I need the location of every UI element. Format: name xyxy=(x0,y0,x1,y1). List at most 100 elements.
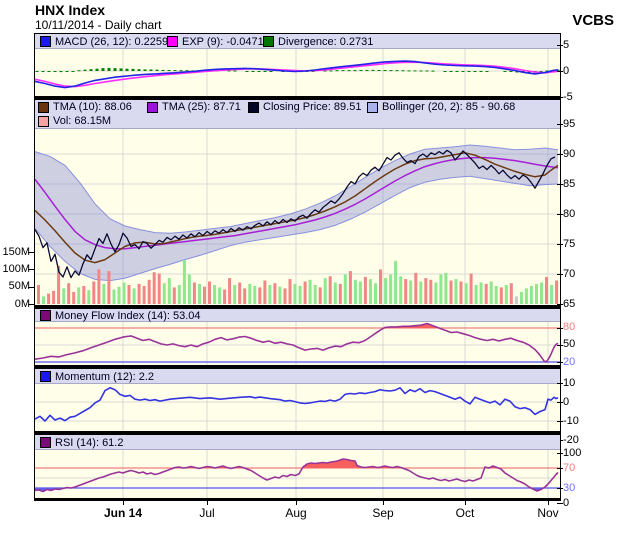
volume-tick-mark xyxy=(28,304,34,305)
legend-swatch-icon xyxy=(38,116,49,127)
y-tick-mark xyxy=(557,362,563,363)
macd-plot-area xyxy=(35,49,560,96)
y-tick-mark xyxy=(557,124,563,125)
legend-swatch-icon xyxy=(167,36,178,47)
legend-swatch-icon xyxy=(40,371,51,382)
mom-plot-area xyxy=(35,384,560,431)
y-tick-label-rsi: 30 xyxy=(563,483,575,494)
x-axis-label: Nov xyxy=(537,506,558,520)
x-tick-mark xyxy=(207,501,208,505)
volume-tick-mark xyxy=(28,269,34,270)
y-tick-mark xyxy=(557,328,563,329)
y-tick-mark xyxy=(557,274,563,275)
legend-item-macd-0: MACD (26, 12): 0.2259 xyxy=(40,34,168,49)
mfi-plot-area xyxy=(35,322,560,365)
legend-label: TMA (10): 88.06 xyxy=(53,101,132,113)
legend-swatch-icon xyxy=(38,102,49,113)
legend-swatch-icon xyxy=(147,102,158,113)
chart-root: HNX Index 10/11/2014 - Daily chart VCBS … xyxy=(0,0,620,535)
y-tick-label-macd: 5 xyxy=(563,40,569,51)
x-tick-mark xyxy=(548,501,549,505)
legend-label: Momentum (12): 2.2 xyxy=(55,371,154,383)
y-tick-mark xyxy=(557,244,563,245)
y-tick-label-rsi: 70 xyxy=(563,463,575,474)
panel-mom: Momentum (12): 2.2 xyxy=(34,368,561,434)
brand-logo: VCBS xyxy=(572,12,614,29)
x-axis-label: Sep xyxy=(372,506,393,520)
y-tick-label-mom: 10 xyxy=(563,378,575,389)
legend-swatch-icon xyxy=(367,102,378,113)
mom-legend: Momentum (12): 2.2 xyxy=(35,369,560,384)
legend-swatch-icon xyxy=(40,437,51,448)
x-axis-label: Jul xyxy=(199,506,214,520)
legend-item-mfi-0: Money Flow Index (14): 53.04 xyxy=(40,309,201,322)
y-tick-mark xyxy=(557,345,563,346)
y-tick-mark xyxy=(557,468,563,469)
legend-swatch-icon xyxy=(40,36,51,47)
legend-item-price-0: TMA (10): 88.06 xyxy=(38,100,132,114)
volume-tick-mark xyxy=(28,287,34,288)
y-tick-mark xyxy=(557,421,563,422)
y-tick-label-mfi: 20 xyxy=(563,357,575,368)
mfi-legend: Money Flow Index (14): 53.04 xyxy=(35,309,560,322)
legend-label: RSI (14): 61.2 xyxy=(55,437,123,449)
x-tick-mark xyxy=(383,501,384,505)
legend-item-price-2: Closing Price: 89.51 xyxy=(248,100,361,114)
legend-label: EXP (9): -0.0471 xyxy=(182,36,264,48)
price-plot-area xyxy=(35,129,560,305)
y-tick-label-mom: 0 xyxy=(563,397,569,408)
y-tick-label-price: 65 xyxy=(563,299,575,310)
rsi-plot-area xyxy=(35,450,560,498)
legend-item-macd-2: Divergence: 0.2731 xyxy=(263,34,373,49)
y-tick-label-price: 80 xyxy=(563,209,575,220)
y-tick-label-macd: 0 xyxy=(563,66,569,77)
legend-label: Closing Price: 89.51 xyxy=(263,101,361,113)
x-tick-mark xyxy=(465,501,466,505)
volume-tick-label: 50M xyxy=(0,281,30,292)
legend-label: Divergence: 0.2731 xyxy=(278,36,373,48)
rsi-legend: RSI (14): 61.2 xyxy=(35,435,560,450)
y-tick-mark xyxy=(557,214,563,215)
y-tick-label-price: 75 xyxy=(563,239,575,250)
legend-item-price-1: TMA (25): 87.71 xyxy=(147,100,241,114)
x-axis-label: Oct xyxy=(456,506,475,520)
legend-label: MACD (26, 12): 0.2259 xyxy=(55,36,168,48)
y-tick-label-mom: -10 xyxy=(563,416,579,427)
legend-label: Vol: 68.15M xyxy=(53,115,111,127)
x-tick-mark xyxy=(296,501,297,505)
y-tick-label-price: 85 xyxy=(563,179,575,190)
chart-subtitle: 10/11/2014 - Daily chart xyxy=(35,18,162,32)
y-tick-mark xyxy=(557,71,563,72)
y-tick-label-price: 90 xyxy=(563,149,575,160)
y-tick-mark xyxy=(557,154,563,155)
y-tick-mark xyxy=(557,453,563,454)
y-tick-label-mom: -20 xyxy=(563,435,579,446)
x-axis-label: Jun 14 xyxy=(104,506,142,520)
x-axis-label: Aug xyxy=(285,506,306,520)
y-tick-label-macd: -5 xyxy=(563,92,573,103)
legend-item-price-4: Vol: 68.15M xyxy=(38,114,111,128)
legend-item-macd-1: EXP (9): -0.0471 xyxy=(167,34,264,49)
y-tick-label-price: 70 xyxy=(563,269,575,280)
y-tick-mark xyxy=(557,488,563,489)
legend-label: Bollinger (20, 2): 85 - 90.68 xyxy=(382,101,515,113)
legend-swatch-icon xyxy=(263,36,274,47)
volume-tick-label: 0M xyxy=(0,299,30,310)
y-tick-mark xyxy=(557,184,563,185)
legend-swatch-icon xyxy=(40,310,51,321)
y-tick-label-mfi: 80 xyxy=(563,322,575,333)
y-tick-mark xyxy=(557,383,563,384)
volume-tick-mark xyxy=(28,252,34,253)
page-title: HNX Index xyxy=(35,2,105,18)
y-tick-label-price: 95 xyxy=(563,119,575,130)
y-tick-mark xyxy=(557,97,563,98)
y-tick-label-rsi: 0 xyxy=(563,498,569,509)
price-legend: TMA (10): 88.06 TMA (25): 87.71 Closing Pr… xyxy=(35,100,560,129)
legend-label: Money Flow Index (14): 53.04 xyxy=(55,310,201,322)
legend-item-rsi-0: RSI (14): 61.2 xyxy=(40,435,123,450)
legend-item-mom-0: Momentum (12): 2.2 xyxy=(40,369,154,384)
x-tick-mark xyxy=(123,501,124,505)
volume-tick-label: 100M xyxy=(0,264,30,275)
y-tick-mark xyxy=(557,402,563,403)
legend-swatch-icon xyxy=(248,102,259,113)
